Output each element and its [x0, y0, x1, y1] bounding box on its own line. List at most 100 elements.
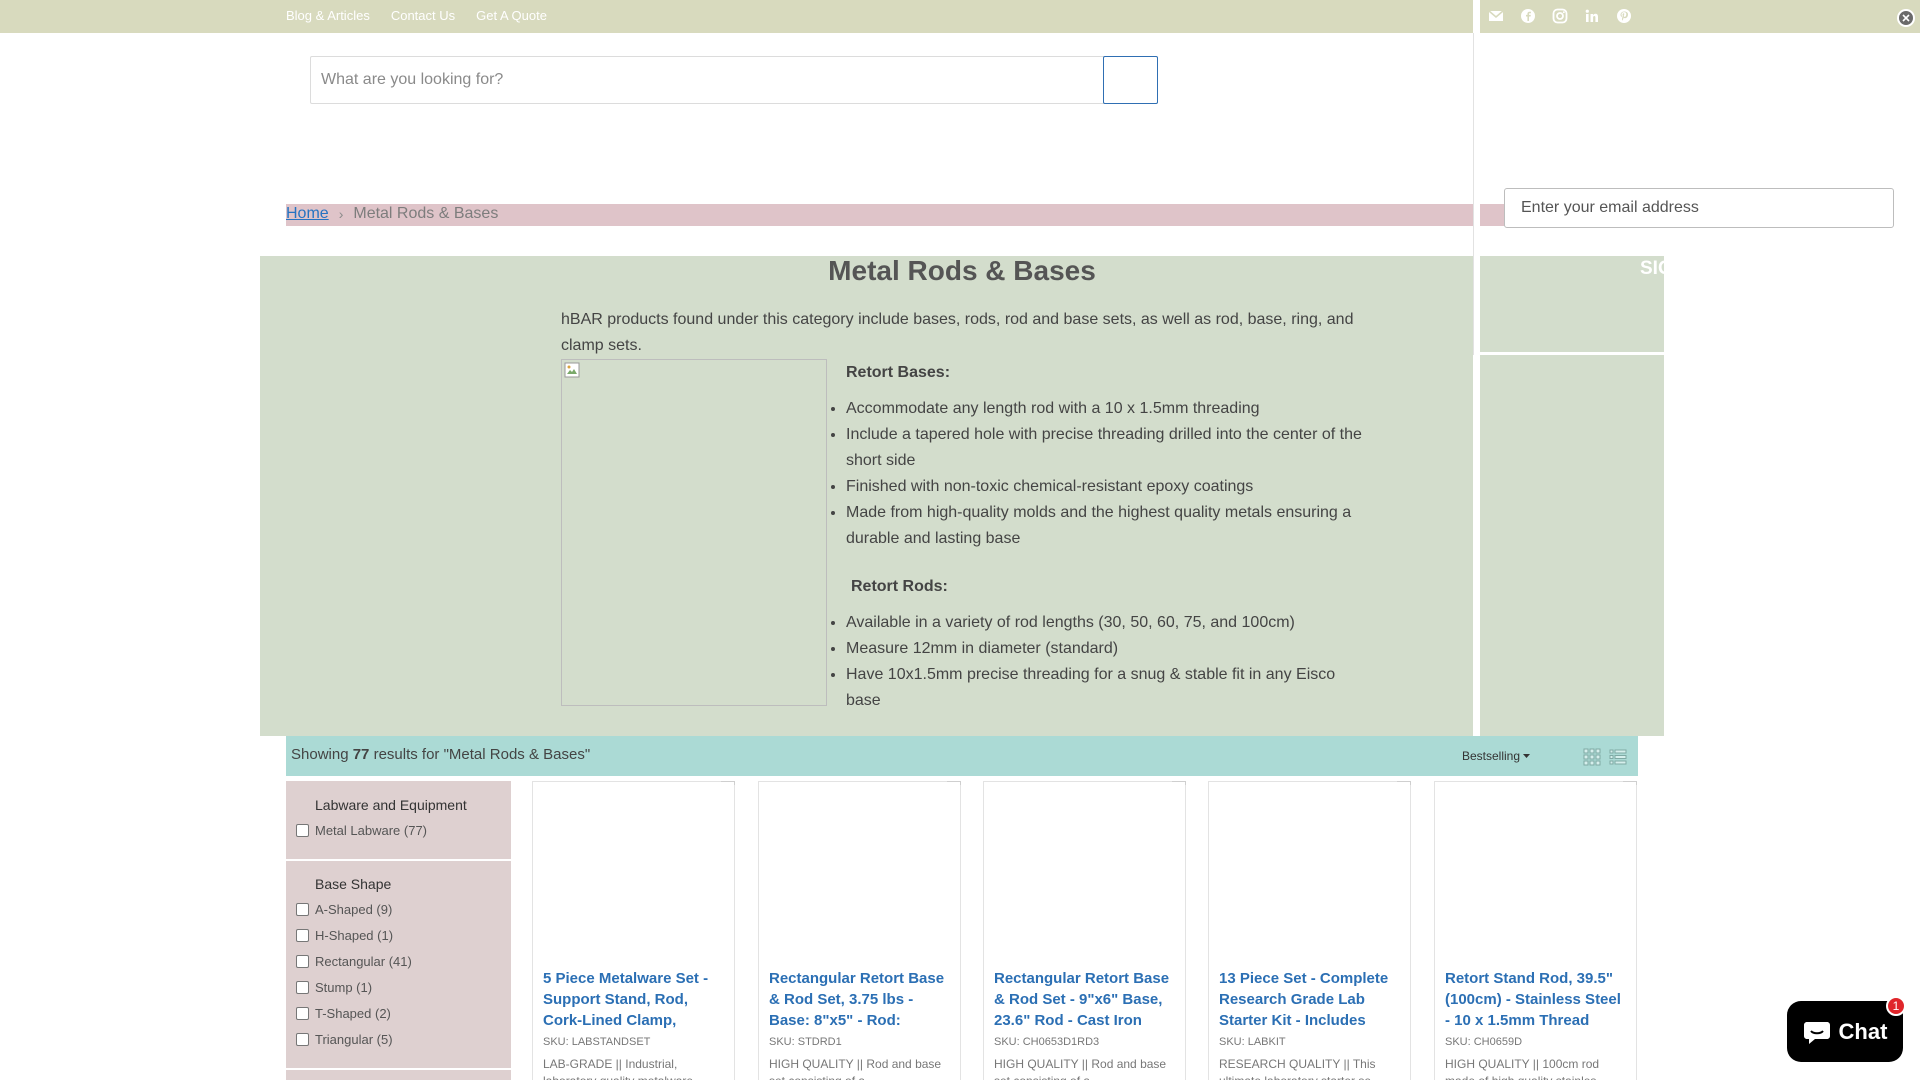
card-corner — [1397, 781, 1411, 785]
collection-intro: hBAR products found under this category … — [561, 311, 1354, 354]
filter-option[interactable]: H-Shaped (1) — [296, 928, 393, 943]
product-sku: SKU: CH0659D — [1445, 1036, 1523, 1048]
chat-bubble-icon — [1803, 1021, 1830, 1044]
view-toggle — [1582, 747, 1628, 767]
filter-group-title: Labware and Equipment — [315, 797, 467, 813]
product-blurb: RESEARCH QUALITY || This ultimate labora… — [1219, 1057, 1381, 1080]
search-bar — [310, 56, 1158, 104]
results-summary: Showing 77 results for "Metal Rods & Bas… — [291, 746, 590, 763]
checkbox[interactable] — [296, 903, 309, 916]
product-sku: SKU: LABSTANDSET — [543, 1036, 651, 1048]
social-links — [1487, 7, 1633, 25]
breadcrumb-current: Metal Rods & Bases — [353, 205, 499, 222]
rods-heading: Retort Rods: — [851, 578, 948, 595]
product-blurb: HIGH QUALITY || Rod and base set consist… — [769, 1057, 942, 1080]
checkbox[interactable] — [296, 1007, 309, 1020]
product-sku: SKU: LABKIT — [1219, 1036, 1286, 1048]
product-card[interactable]: Retort Stand Rod, 39.5" (100cm) - Stainl… — [1434, 781, 1637, 1080]
bases-point: Finished with non-toxic chemical-resista… — [846, 474, 1366, 500]
bases-section: Retort Bases: — [846, 364, 950, 382]
checkbox[interactable] — [296, 1033, 309, 1046]
product-card[interactable]: 5 Piece Metalware Set - Support Stand, R… — [532, 781, 735, 1080]
instagram-icon[interactable] — [1551, 7, 1569, 25]
product-sku: SKU: STDRD1 — [769, 1036, 842, 1048]
rods-point: Measure 12mm in diameter (standard) — [846, 636, 1366, 662]
sort-label: Bestselling — [1462, 749, 1521, 763]
filter-option-label: A-Shaped (9) — [315, 902, 393, 917]
product-title-link[interactable]: Rectangular Retort Base & Rod Set, 3.75 … — [769, 968, 952, 1031]
nav-quote-link[interactable]: Get A Quote — [476, 8, 547, 23]
bases-point: Accommodate any length rod with a 10 x 1… — [846, 396, 1366, 422]
checkbox[interactable] — [296, 981, 309, 994]
results-prefix: Showing — [291, 746, 349, 763]
linkedin-icon[interactable] — [1583, 7, 1601, 25]
filter-option-label: Triangular (5) — [315, 1032, 393, 1047]
list-view-icon[interactable] — [1608, 747, 1628, 767]
filter-option[interactable]: A-Shaped (9) — [296, 902, 392, 917]
broken-image-icon — [564, 362, 580, 378]
chat-badge: 1 — [1886, 996, 1906, 1016]
filter-group-title: Base Shape — [315, 876, 392, 892]
filter-option[interactable]: Triangular (5) — [296, 1032, 393, 1047]
facebook-icon[interactable] — [1519, 7, 1537, 25]
nav-contact-link[interactable]: Contact Us — [391, 8, 455, 23]
product-blurb: LAB-GRADE || Industrial, laboratory qual… — [543, 1057, 703, 1080]
rods-point: Available in a variety of rod lengths (3… — [846, 610, 1366, 636]
filter-option[interactable]: Stump (1) — [296, 980, 372, 995]
checkbox[interactable] — [296, 929, 309, 942]
bases-point: Made from high-quality molds and the hig… — [846, 500, 1366, 552]
search-input[interactable] — [321, 57, 1101, 103]
filter-option[interactable]: Metal Labware (77) — [296, 823, 427, 838]
product-blurb: HIGH QUALITY || 100cm rod made of high q… — [1445, 1057, 1606, 1080]
email-icon[interactable] — [1487, 7, 1505, 25]
card-corner — [1172, 781, 1186, 785]
chat-label: Chat — [1838, 1018, 1888, 1044]
product-title-link[interactable]: Rectangular Retort Base & Rod Set - 9"x6… — [994, 968, 1177, 1031]
chat-button[interactable]: Chat — [1787, 1001, 1903, 1062]
card-corner — [721, 781, 735, 785]
product-card[interactable]: Rectangular Retort Base & Rod Set, 3.75 … — [758, 781, 961, 1080]
bases-heading: Retort Bases: — [846, 364, 951, 381]
checkbox[interactable] — [296, 955, 309, 968]
pinterest-icon[interactable] — [1615, 7, 1633, 25]
results-count: 77 — [352, 746, 370, 763]
card-corner — [1623, 781, 1637, 785]
product-blurb: HIGH QUALITY || Rod and base set consist… — [994, 1057, 1167, 1080]
results-suffix: results for "Metal Rods & Bases" — [373, 746, 591, 763]
rods-point: Have 10x1.5mm precise threading for a sn… — [846, 662, 1366, 714]
panel-divider — [1473, 33, 1480, 355]
filter-option-label: Rectangular (41) — [315, 954, 412, 969]
card-corner — [947, 781, 961, 785]
top-bar — [0, 0, 1473, 33]
collection-description-panel-right — [1480, 355, 1664, 736]
rods-section: Retort Rods: — [851, 578, 948, 596]
sort-select[interactable]: Bestselling — [1462, 749, 1531, 763]
breadcrumb: Home › Metal Rods & Bases — [286, 204, 498, 224]
grid-view-icon[interactable] — [1582, 747, 1602, 767]
filter-option-label: H-Shaped (1) — [315, 928, 394, 943]
nav-blog-link[interactable]: Blog & Articles — [286, 8, 370, 23]
top-nav: Blog & Articles Contact Us Get A Quote — [286, 8, 547, 23]
checkbox[interactable] — [296, 824, 309, 837]
product-title-link[interactable]: 13 Piece Set - Complete Research Grade L… — [1219, 968, 1402, 1031]
newsletter-email-field — [1504, 188, 1894, 228]
collection-image — [561, 359, 827, 706]
chevron-down-icon — [1523, 753, 1531, 758]
product-title-link[interactable]: 5 Piece Metalware Set - Support Stand, R… — [543, 968, 726, 1031]
product-title-link[interactable]: Retort Stand Rod, 39.5" (100cm) - Stainl… — [1445, 968, 1628, 1031]
close-icon[interactable] — [1897, 9, 1915, 27]
filter-option[interactable]: T-Shaped (2) — [296, 1006, 391, 1021]
breadcrumb-home-link[interactable]: Home — [286, 205, 329, 223]
filter-option-label: Stump (1) — [315, 980, 373, 995]
product-card[interactable]: 13 Piece Set - Complete Research Grade L… — [1208, 781, 1411, 1080]
search-button[interactable] — [1103, 56, 1158, 104]
email-input[interactable] — [1505, 189, 1893, 227]
page-title: Metal Rods & Bases — [828, 255, 1096, 286]
filter-option[interactable]: Rectangular (41) — [296, 954, 412, 969]
product-sku: SKU: CH0653D1RD3 — [994, 1036, 1100, 1048]
filter-option-label: T-Shaped (2) — [315, 1006, 391, 1021]
filter-option-label: Metal Labware (77) — [315, 823, 427, 838]
product-card[interactable]: Rectangular Retort Base & Rod Set - 9"x6… — [983, 781, 1186, 1080]
bases-list: Accommodate any length rod with a 10 x 1… — [846, 396, 1366, 552]
rods-list: Available in a variety of rod lengths (3… — [846, 610, 1366, 714]
